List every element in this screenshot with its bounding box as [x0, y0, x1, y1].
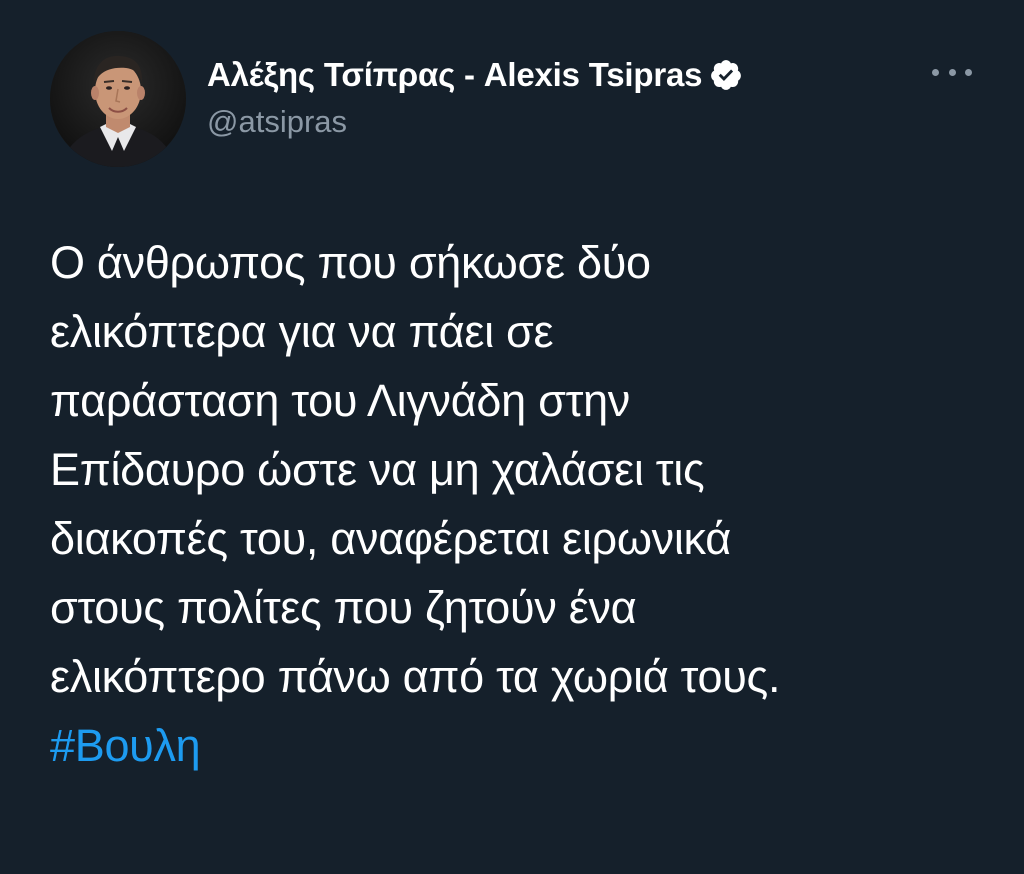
author-name-row: Αλέξης Τσίπρας - Alexis Tsipras — [207, 55, 743, 95]
tweet-text-line: Επίδαυρο ώστε να μη χαλάσει τις — [50, 444, 705, 495]
dot — [932, 68, 939, 76]
tweet-text-line: Ο άνθρωπος που σήκωσε δύο — [50, 237, 651, 288]
tweet-text-line: ελικόπτερο πάνω από τα χωριά τους. — [50, 651, 781, 702]
hashtag-link[interactable]: #Βουλη — [50, 711, 990, 780]
tweet-text-line: ελικόπτερα για να πάει σε — [50, 306, 554, 357]
dot — [965, 68, 972, 76]
avatar[interactable] — [50, 31, 186, 167]
tweet-text-line: στους πολίτες που ζητούν ένα — [50, 582, 637, 633]
tweet-text-line: παράσταση του Λιγνάδη στην — [50, 375, 630, 426]
author-display-name[interactable]: Αλέξης Τσίπρας - Alexis Tsipras — [207, 56, 702, 94]
tweet-card: Αλέξης Τσίπρας - Alexis Tsipras @atsipra… — [0, 0, 1024, 874]
tweet-text-line: διακοπές του, αναφέρεται ειρωνικά — [50, 513, 731, 564]
tweet-text: Ο άνθρωπος που σήκωσε δύο ελικόπτερα για… — [50, 228, 990, 780]
more-options-icon[interactable] — [932, 60, 972, 84]
author-handle[interactable]: @atsipras — [207, 104, 347, 140]
dot — [948, 68, 956, 76]
verified-badge-icon — [711, 60, 742, 90]
profile-photo-icon — [50, 31, 186, 167]
